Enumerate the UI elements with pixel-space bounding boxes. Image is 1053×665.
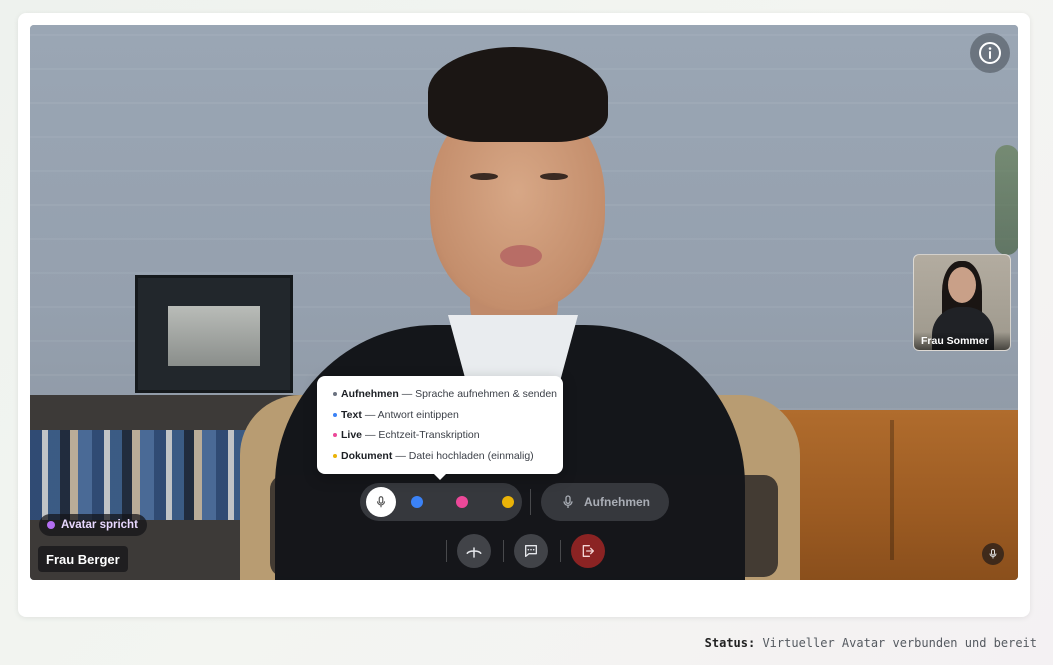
microphone-icon — [563, 495, 573, 508]
sofa-seam — [890, 420, 894, 560]
bullet-icon — [333, 433, 337, 438]
input-mode-selector — [360, 483, 522, 521]
phone-down-icon — [466, 547, 482, 558]
tooltip-item: Aufnehmen — Sprache aufnehmen & senden — [333, 384, 563, 405]
divider — [530, 489, 531, 515]
tooltip-item-title: Text — [341, 408, 362, 421]
bullet-icon — [333, 453, 337, 458]
tooltip-item: Live — Echtzeit-Transkription — [333, 425, 563, 446]
speaking-badge: Avatar spricht — [39, 514, 147, 536]
chat-button[interactable] — [514, 534, 548, 568]
info-icon — [979, 42, 1001, 64]
mode-document-button[interactable] — [502, 496, 514, 508]
tooltip-item-desc: — Sprache aufnehmen & senden — [401, 388, 558, 401]
tooltip-item: Text — Antwort eintippen — [333, 405, 563, 426]
divider — [446, 540, 447, 562]
record-button[interactable]: Aufnehmen — [541, 483, 669, 521]
hangup-toggle-button[interactable] — [457, 534, 491, 568]
tooltip-item-title: Dokument — [341, 449, 393, 462]
mode-text-button[interactable] — [411, 496, 423, 508]
avatar-hair — [428, 47, 608, 142]
pip-face — [948, 267, 976, 303]
divider — [560, 540, 561, 562]
status-text: Virtueller Avatar verbunden und bereit — [762, 636, 1037, 650]
tooltip-item-title: Live — [341, 429, 363, 442]
microphone-icon — [989, 549, 997, 559]
tooltip-item-title: Aufnehmen — [341, 388, 399, 401]
tooltip-item-desc: — Echtzeit-Transkription — [365, 429, 480, 442]
record-label: Aufnehmen — [584, 495, 650, 509]
mode-live-button[interactable] — [456, 496, 468, 508]
speaking-dot-icon — [47, 521, 55, 529]
mic-status-indicator — [982, 543, 1004, 565]
pip-name-label: Frau Sommer — [914, 332, 1010, 350]
tooltip-item-desc: — Datei hochladen (einmalig) — [395, 449, 534, 462]
speaking-label: Avatar spricht — [61, 519, 138, 531]
avatar-mouth — [500, 245, 542, 267]
avatar-eye-right — [540, 173, 568, 180]
plant — [995, 145, 1018, 255]
pip-video[interactable]: Frau Sommer — [913, 254, 1011, 351]
control-bar: Aufnehmen — [270, 475, 778, 577]
picture-frame — [135, 275, 293, 393]
chat-bubble-icon — [525, 545, 537, 557]
mode-record-button[interactable] — [366, 487, 396, 517]
mode-tooltip: Aufnehmen — Sprache aufnehmen & senden T… — [317, 376, 563, 480]
divider — [503, 540, 504, 562]
bullet-icon — [333, 412, 337, 417]
status-label: Status: — [704, 636, 756, 650]
tooltip-item-desc: — Antwort eintippen — [364, 408, 459, 421]
picture — [168, 306, 260, 366]
avatar-eye-left — [470, 173, 498, 180]
leave-button[interactable] — [571, 534, 605, 568]
exit-icon — [582, 545, 594, 557]
status-line: Status: Virtueller Avatar verbunden und … — [705, 636, 1037, 650]
video-stage: Frau Sommer Avatar spricht Frau Berger A… — [30, 25, 1018, 580]
microphone-icon — [376, 496, 386, 508]
tooltip-item: Dokument — Datei hochladen (einmalig) — [333, 446, 563, 467]
info-button[interactable] — [970, 33, 1010, 73]
participant-name-tag: Frau Berger — [38, 546, 128, 572]
bullet-icon — [333, 392, 337, 397]
